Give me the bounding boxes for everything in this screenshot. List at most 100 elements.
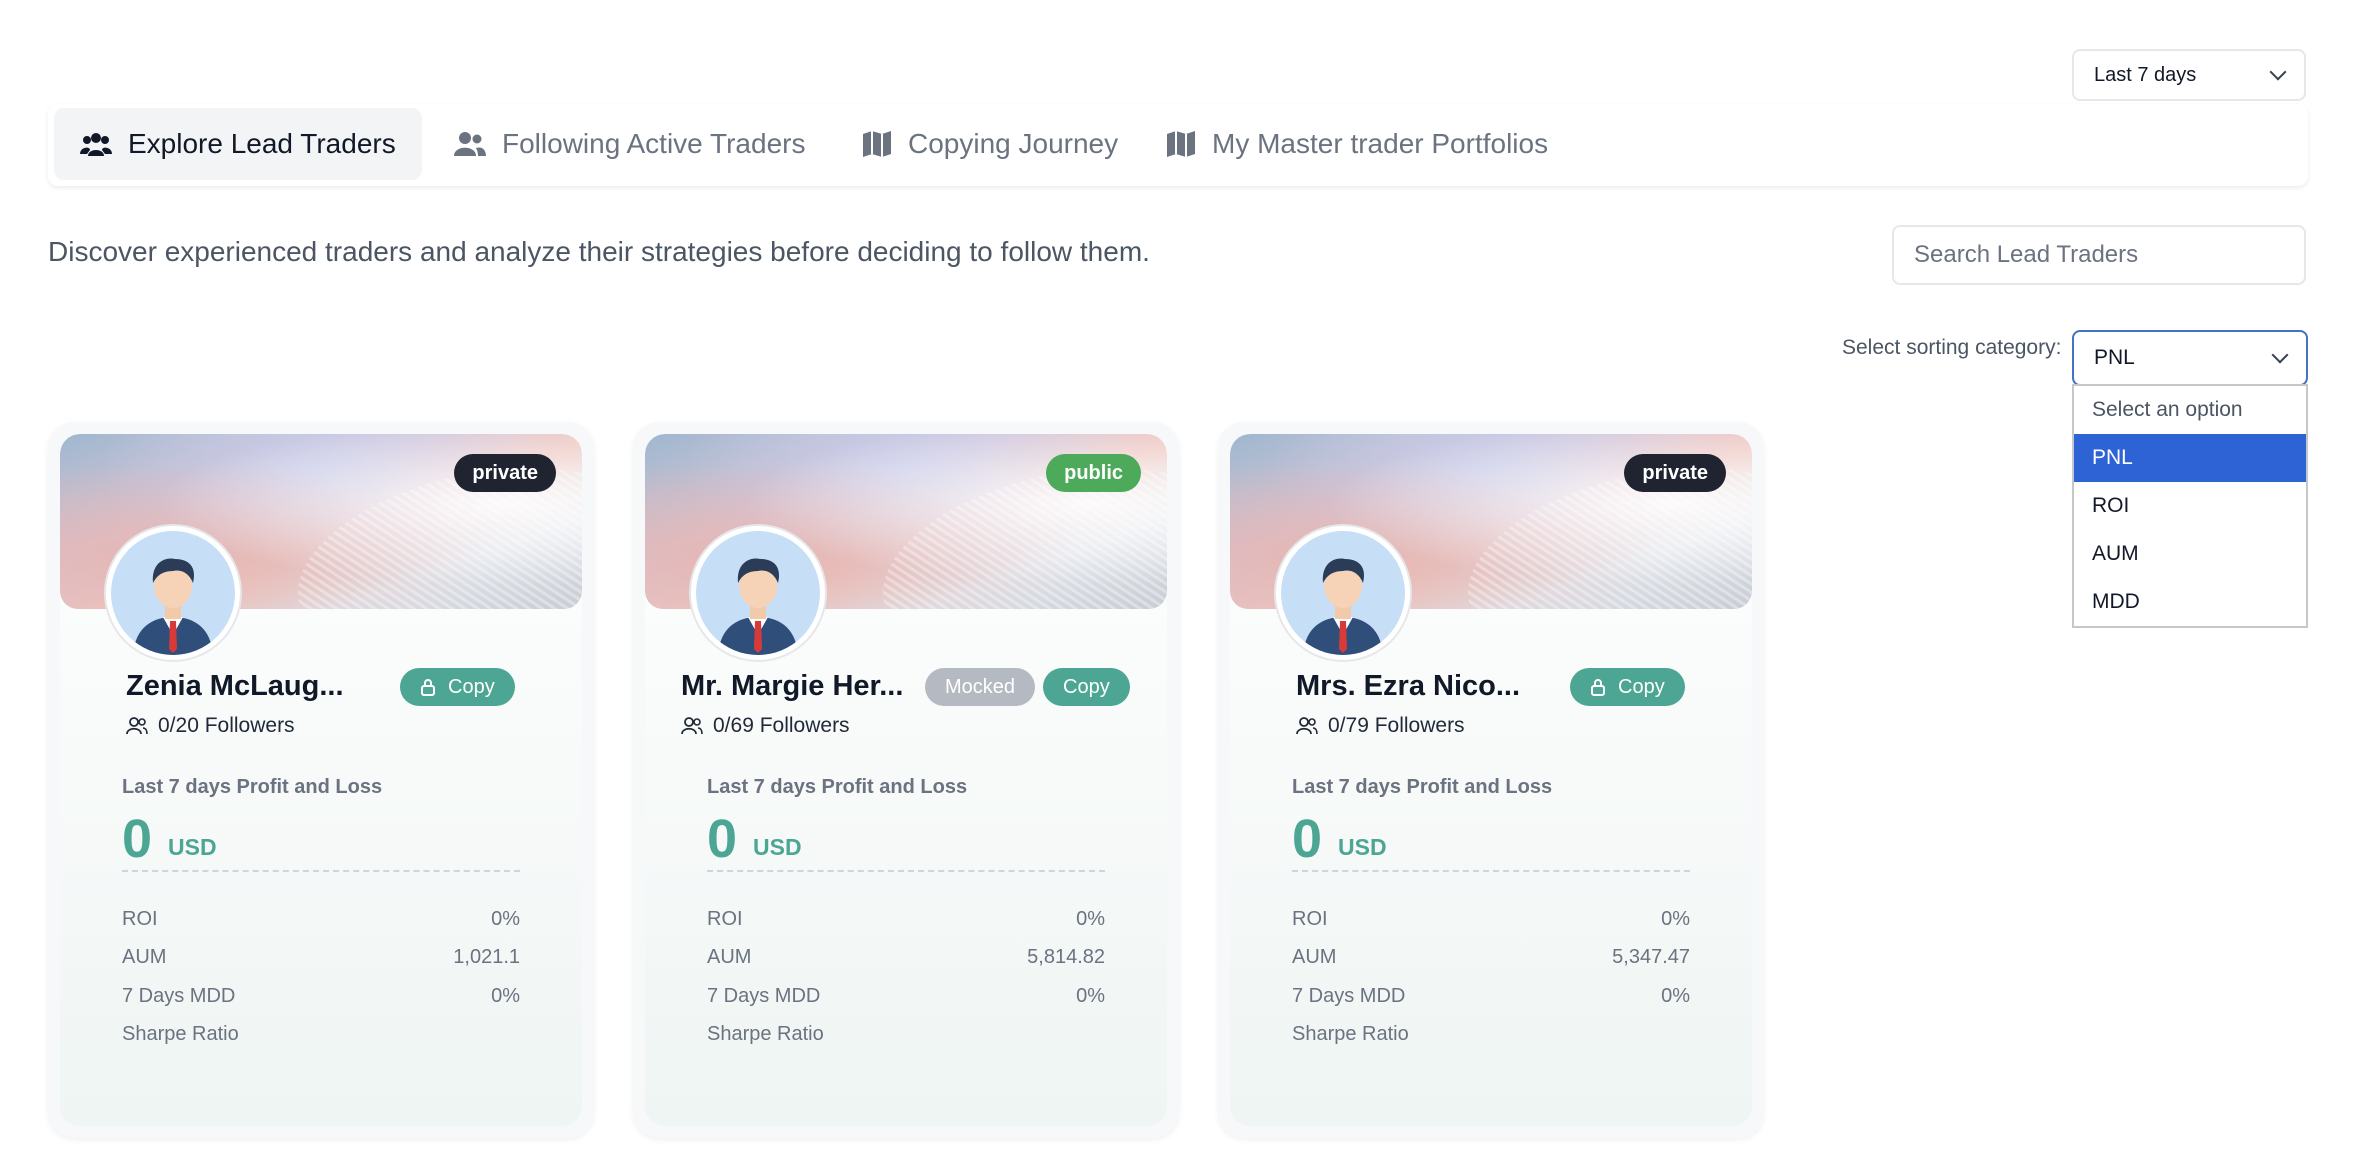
stat-aum: AUM 1,021.1	[122, 946, 520, 969]
followers-count: 0/79 Followers	[1296, 714, 1465, 738]
stat-sharpe: Sharpe Ratio	[1292, 1023, 1690, 1046]
sort-option-pnl[interactable]: PNL	[2074, 434, 2306, 482]
stat-value: 0%	[491, 908, 520, 930]
stat-label: AUM	[1292, 946, 1337, 968]
stat-roi: ROI 0%	[1292, 908, 1690, 931]
pnl-unit: USD	[1338, 834, 1387, 860]
stat-aum: AUM 5,814.82	[707, 946, 1105, 969]
stat-label: AUM	[122, 946, 167, 968]
map-icon	[1167, 131, 1195, 157]
stat-value: 0%	[1076, 908, 1105, 930]
stat-value: 0%	[491, 985, 520, 1007]
period-select[interactable]: Last 7 days	[2072, 49, 2306, 101]
sort-select[interactable]: PNL	[2072, 330, 2308, 386]
tab-label: Explore Lead Traders	[128, 128, 396, 159]
tab-label: My Master trader Portfolios	[1212, 128, 1549, 159]
sort-option-roi[interactable]: ROI	[2074, 482, 2306, 530]
followers-count: 0/20 Followers	[126, 714, 295, 738]
stat-label: 7 Days MDD	[122, 985, 236, 1007]
followers-text: 0/20 Followers	[158, 714, 295, 737]
tab-label: Following Active Traders	[502, 128, 806, 159]
sort-dropdown: Select an option PNL ROI AUM MDD	[2072, 384, 2308, 628]
search-placeholder: Search Lead Traders	[1914, 241, 2139, 268]
stat-value: 1,021.1	[453, 946, 520, 968]
trader-name: Zenia McLaug...	[126, 670, 344, 702]
copy-button[interactable]: Copy	[1043, 668, 1130, 706]
stat-label: ROI	[122, 908, 158, 930]
avatar-person-icon	[1303, 558, 1383, 655]
stat-label: 7 Days MDD	[707, 985, 821, 1007]
divider	[1292, 870, 1690, 872]
tabs-bar: Explore Lead Traders Following Active Tr…	[48, 104, 2308, 186]
stat-label: AUM	[707, 946, 752, 968]
pnl-label: Last 7 days Profit and Loss	[122, 776, 383, 798]
trader-card-body: public Mr. Margie Her... Mocked Copy 0/6…	[645, 434, 1167, 1126]
tab-master-trader-portfolios[interactable]: My Master trader Portfolios	[1152, 108, 1562, 180]
tab-label: Copying Journey	[908, 128, 1119, 159]
tab-copying-journey[interactable]: Copying Journey	[848, 108, 1132, 180]
trader-name: Mrs. Ezra Nico...	[1296, 670, 1521, 702]
lock-icon	[421, 679, 435, 696]
users-outline-icon	[681, 717, 703, 735]
chevron-down-icon	[2269, 63, 2287, 81]
mocked-badge: Mocked	[925, 668, 1036, 706]
trader-card-body: private Zenia McLaug... Copy 0/20 Follow…	[60, 434, 582, 1126]
stat-mdd: 7 Days MDD 0%	[707, 985, 1105, 1008]
divider	[707, 870, 1105, 872]
chevron-down-icon	[2271, 346, 2289, 364]
map-icon	[863, 131, 891, 157]
stat-label: 7 Days MDD	[1292, 985, 1406, 1007]
visibility-badge: private	[1624, 454, 1726, 492]
users-icon	[80, 133, 112, 156]
sort-option-aum[interactable]: AUM	[2074, 530, 2306, 578]
copy-label: Copy	[448, 675, 495, 698]
stat-mdd: 7 Days MDD 0%	[122, 985, 520, 1008]
trader-card[interactable]: private Mrs. Ezra Nico... Copy 0/79 Foll…	[1218, 422, 1764, 1138]
visibility-badge: private	[454, 454, 556, 492]
sort-option-mdd[interactable]: MDD	[2074, 578, 2306, 626]
stat-value: 0%	[1661, 908, 1690, 930]
stat-roi: ROI 0%	[122, 908, 520, 931]
users-outline-icon	[126, 717, 148, 735]
pnl-value: 0	[122, 809, 153, 869]
stat-aum: AUM 5,347.47	[1292, 946, 1690, 969]
trader-card-body: private Mrs. Ezra Nico... Copy 0/79 Foll…	[1230, 434, 1752, 1126]
avatar-person-icon	[133, 558, 213, 655]
period-select-value: Last 7 days	[2094, 63, 2197, 86]
divider	[122, 870, 520, 872]
trader-card[interactable]: private Zenia McLaug... Copy 0/20 Follow…	[48, 422, 594, 1138]
trader-name: Mr. Margie Her...	[681, 670, 904, 702]
copy-label: Copy	[1618, 675, 1665, 698]
stat-roi: ROI 0%	[707, 908, 1105, 931]
stat-sharpe: Sharpe Ratio	[707, 1023, 1105, 1046]
pnl-value: 0	[1292, 809, 1323, 869]
trader-card[interactable]: public Mr. Margie Her... Mocked Copy 0/6…	[633, 422, 1179, 1138]
followers-text: 0/69 Followers	[713, 714, 850, 737]
tab-explore-lead-traders[interactable]: Explore Lead Traders	[54, 108, 422, 180]
copy-button[interactable]: Copy	[400, 668, 515, 706]
sort-select-value: PNL	[2094, 346, 2135, 369]
pnl-label: Last 7 days Profit and Loss	[707, 776, 968, 798]
sort-option-placeholder[interactable]: Select an option	[2074, 386, 2306, 434]
stat-sharpe: Sharpe Ratio	[122, 1023, 520, 1046]
followers-count: 0/69 Followers	[681, 714, 850, 738]
copy-button[interactable]: Copy	[1570, 668, 1685, 706]
stat-label: ROI	[1292, 908, 1328, 930]
avatar	[691, 526, 825, 660]
avatar	[1276, 526, 1410, 660]
stat-value: 0%	[1661, 985, 1690, 1007]
stat-label: ROI	[707, 908, 743, 930]
pnl-unit: USD	[168, 834, 217, 860]
tab-following-active-traders[interactable]: Following Active Traders	[440, 108, 819, 180]
copy-label: Copy	[1063, 675, 1110, 698]
search-input[interactable]: Search Lead Traders	[1892, 225, 2306, 285]
intro-text: Discover experienced traders and analyze…	[48, 236, 1150, 267]
stat-label: Sharpe Ratio	[707, 1023, 824, 1045]
stat-value: 5,814.82	[1027, 946, 1105, 968]
lock-icon	[1591, 679, 1605, 696]
sort-label: Select sorting category:	[1842, 336, 2062, 359]
visibility-badge: public	[1046, 454, 1141, 492]
stat-value: 5,347.47	[1612, 946, 1690, 968]
users-outline-icon	[1296, 717, 1318, 735]
avatar-person-icon	[718, 558, 798, 655]
